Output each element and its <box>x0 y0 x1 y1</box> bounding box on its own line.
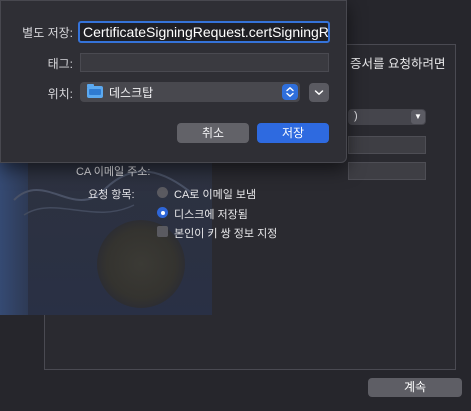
key-pair-checkbox[interactable] <box>157 226 168 237</box>
tags-input[interactable] <box>80 53 329 72</box>
tags-label: 태그: <box>47 57 73 71</box>
key-pair-checkbox-label: 본인이 키 쌍 정보 지정 <box>174 228 278 240</box>
location-value: 데스크탑 <box>109 86 154 100</box>
option-save-to-disk-label: 디스크에 저장됨 <box>174 209 248 221</box>
where-label: 위치: <box>47 87 73 101</box>
location-popup[interactable]: 데스크탑 <box>80 82 300 102</box>
updown-chevron-icon <box>282 84 298 100</box>
assistant-select[interactable]: ) ▼ <box>348 109 426 125</box>
save-as-label: 별도 저장: <box>22 26 73 40</box>
ca-email-label: CA 이메일 주소: <box>76 166 151 178</box>
intro-text: 증서를 요청하려면 <box>350 57 446 71</box>
filename-input[interactable]: CertificateSigningRequest.certSigningReq… <box>78 21 330 43</box>
filename-value: CertificateSigningRequest.certSigningReq… <box>83 24 329 40</box>
radio-save-to-disk[interactable] <box>157 207 168 218</box>
certificate-seal-icon <box>97 220 185 308</box>
cancel-button[interactable]: 취소 <box>177 123 249 143</box>
chevron-down-icon: ▼ <box>411 110 425 124</box>
artwork-stripe <box>0 150 28 315</box>
radio-email-ca[interactable] <box>157 187 168 198</box>
option-email-ca-label: CA로 이메일 보냄 <box>174 189 257 201</box>
continue-button[interactable]: 계속 <box>368 378 462 397</box>
request-label: 요청 항목: <box>88 189 135 201</box>
save-button[interactable]: 저장 <box>257 123 329 143</box>
save-sheet: 별도 저장: CertificateSigningRequest.certSig… <box>0 0 347 163</box>
stage: 증서를 요청하려면 ) ▼ CA 이메일 주소: 요청 항목: CA로 이메일 … <box>0 0 471 411</box>
assistant-select-value: ) <box>354 110 358 122</box>
ca-email-field[interactable] <box>348 162 426 180</box>
expand-button[interactable] <box>309 83 329 102</box>
chevron-down-icon <box>314 90 324 95</box>
folder-icon <box>87 84 103 98</box>
assistant-field[interactable] <box>348 136 426 154</box>
